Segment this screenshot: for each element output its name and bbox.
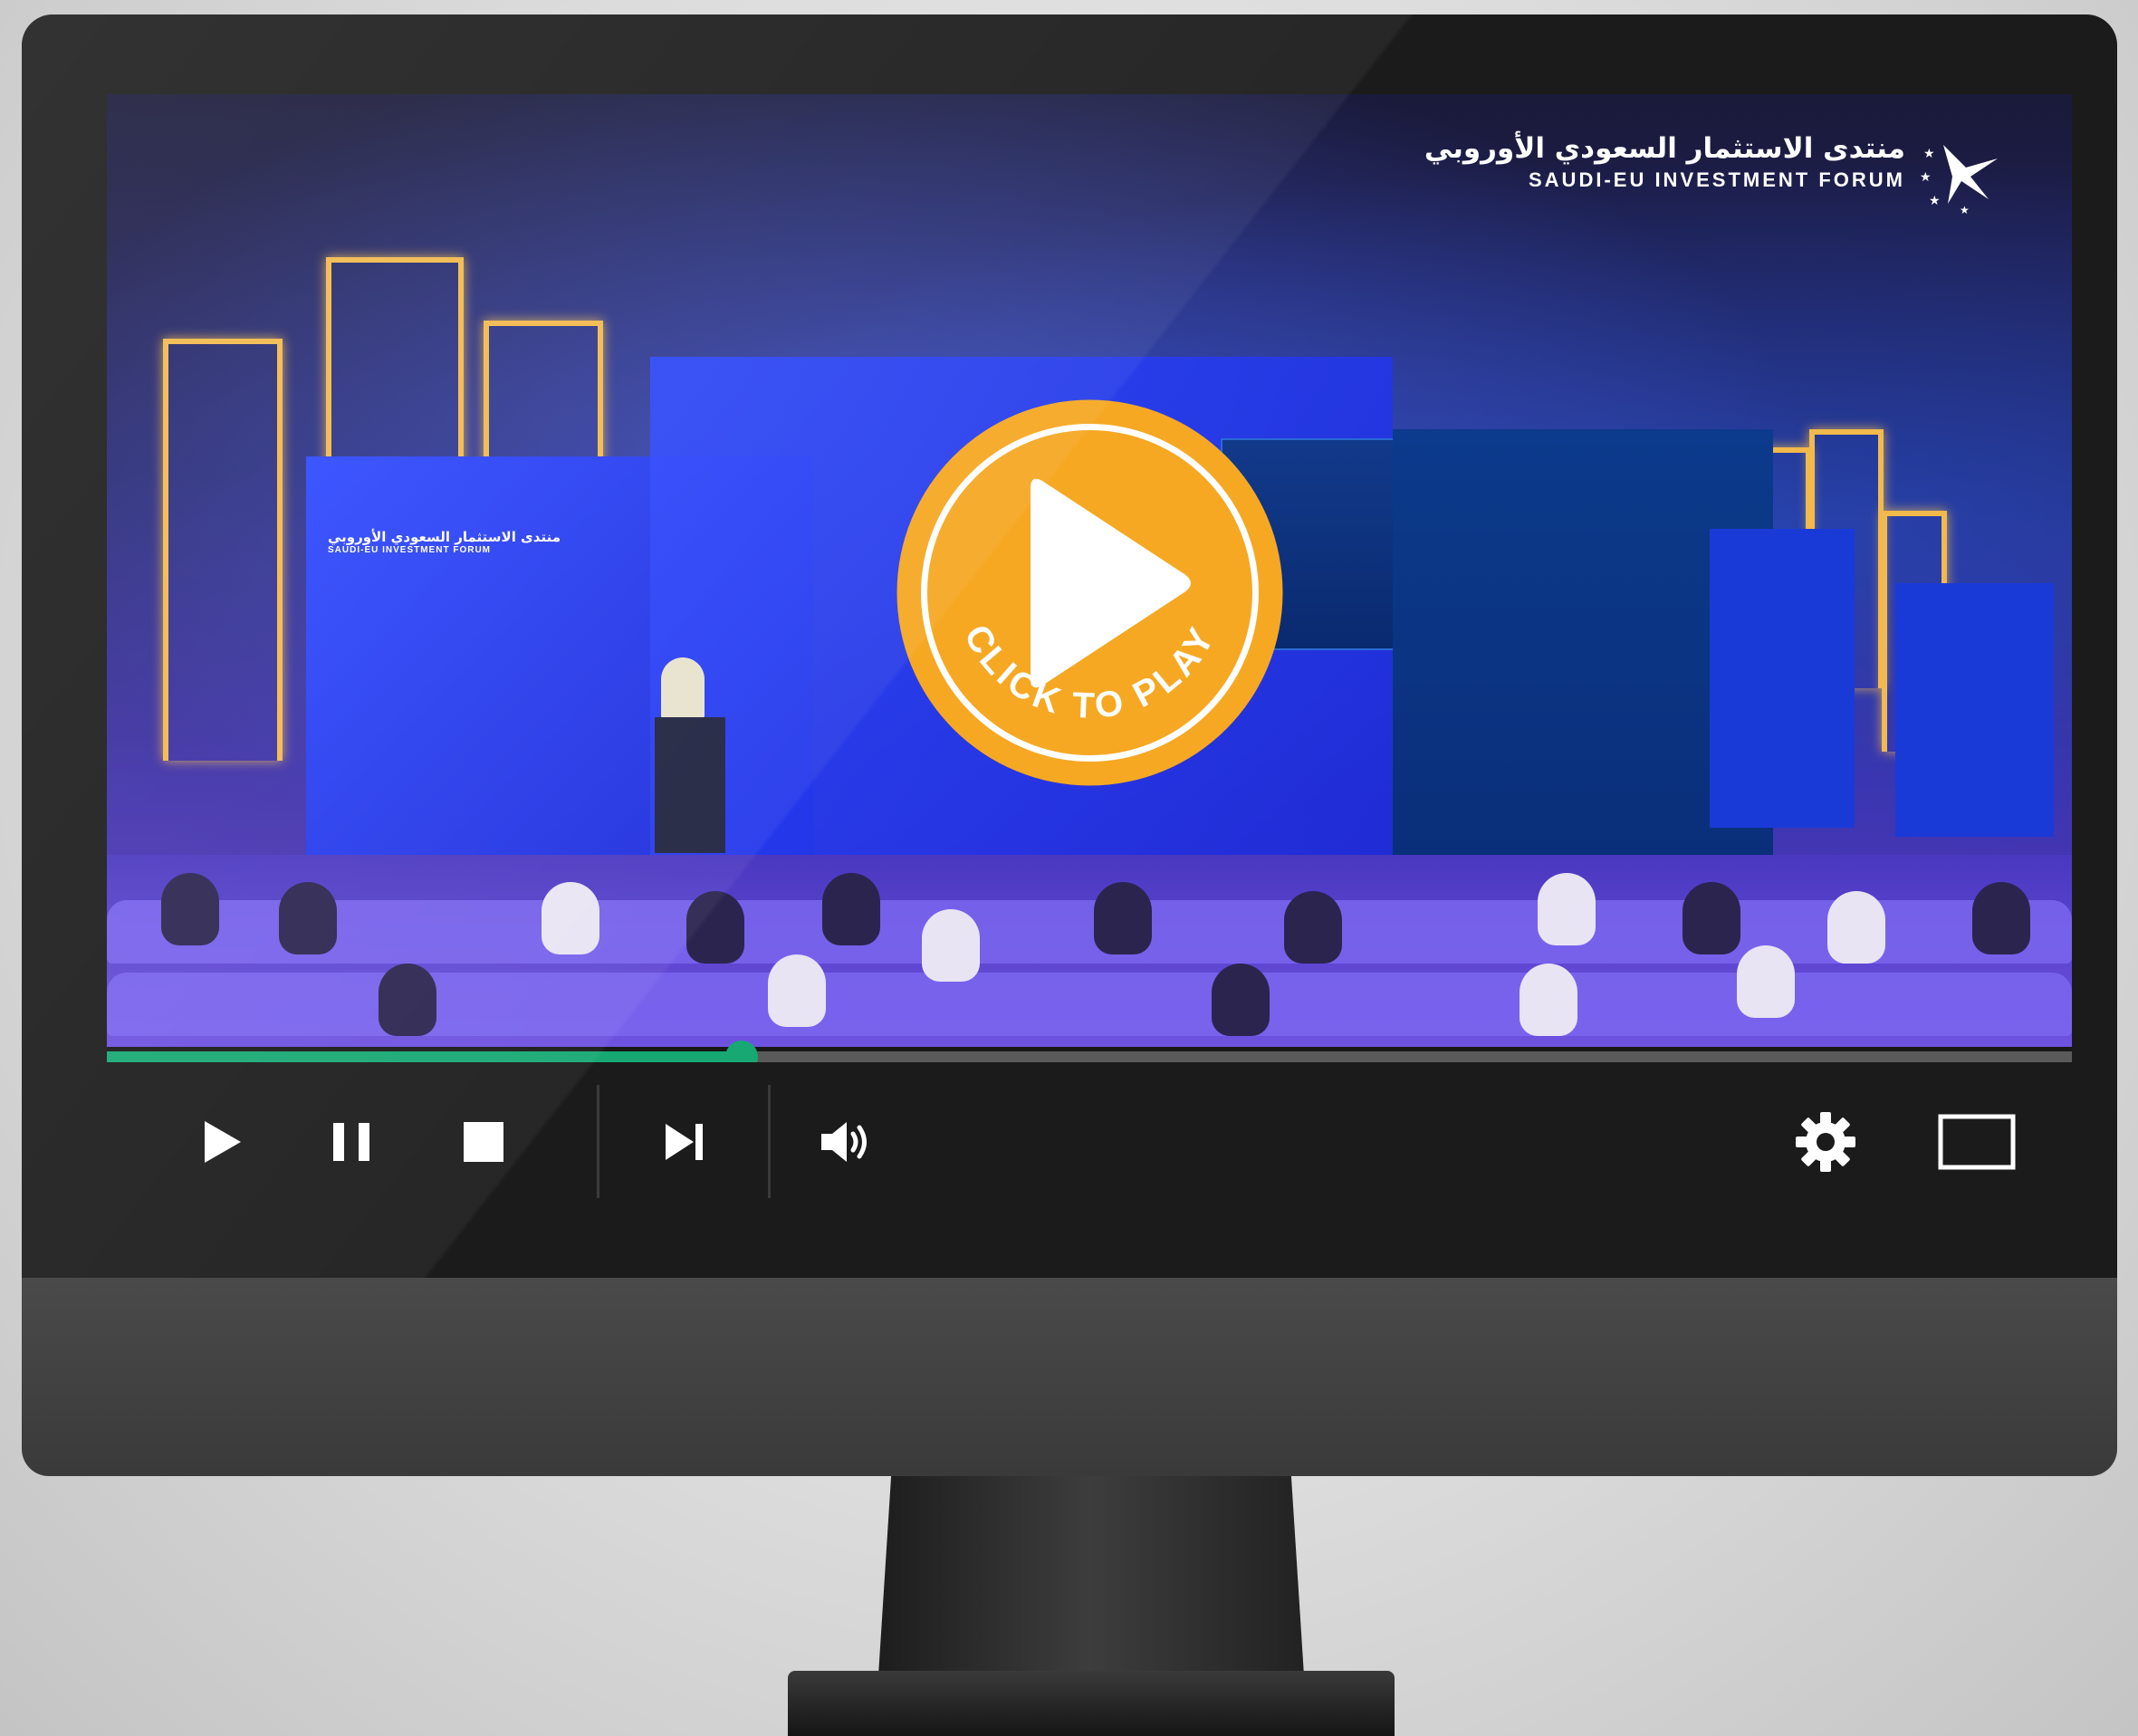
control-divider (768, 1085, 771, 1198)
side-banner-right (1895, 583, 2054, 837)
pause-icon (333, 1123, 369, 1161)
svg-text:★: ★ (1929, 193, 1941, 207)
volume-button[interactable] (810, 1106, 883, 1178)
monitor-stand-base (788, 1671, 1395, 1736)
backdrop-arabic-name: منتدى الاستثمار السعودي الأوروبي (328, 529, 561, 545)
control-bar (107, 1062, 2072, 1219)
audience-member (1284, 891, 1342, 964)
audience-member (1538, 873, 1596, 945)
audience-member (822, 873, 880, 945)
skip-next-button[interactable] (647, 1106, 720, 1178)
progress-bar[interactable] (107, 1041, 2072, 1073)
pause-button[interactable] (315, 1106, 388, 1178)
audience-member (1827, 891, 1885, 964)
audience-member (768, 954, 826, 1027)
progress-fill (107, 1051, 742, 1062)
play-circle-icon: CLICK TO PLAY (896, 399, 1283, 786)
control-divider (597, 1085, 599, 1198)
forum-brand: منتدى الاستثمار السعودي الأوروبي SAUDI-E… (1424, 130, 2005, 216)
audience-member (1212, 964, 1270, 1036)
stop-icon (464, 1122, 503, 1162)
click-to-play-button[interactable]: CLICK TO PLAY (895, 398, 1285, 788)
side-banner (1710, 529, 1855, 828)
audience-member (161, 873, 219, 945)
play-icon (205, 1121, 241, 1163)
speaker (661, 657, 705, 721)
audience-member (1737, 945, 1795, 1018)
stop-button[interactable] (447, 1106, 520, 1178)
audience-member (1972, 882, 2030, 954)
audience-member (379, 964, 436, 1036)
light-frame (163, 339, 283, 761)
settings-gear-icon (1796, 1112, 1855, 1172)
audience-member (1683, 882, 1740, 954)
fullscreen-icon (1938, 1114, 2016, 1170)
svg-text:★: ★ (1960, 204, 1970, 216)
fullscreen-button[interactable] (1932, 1106, 2022, 1178)
video-player: منتدى الاستثمار السعودي الأوروبي SAUDI-E… (107, 94, 2072, 1219)
monitor-chin (22, 1278, 2117, 1476)
podium (655, 717, 725, 853)
svg-text:★: ★ (1923, 146, 1935, 160)
svg-text:★: ★ (1920, 169, 1932, 184)
audience-member (279, 882, 337, 954)
audience-member (686, 891, 744, 964)
skip-next-icon (666, 1124, 703, 1160)
brand-english-name: SAUDI-EU INVESTMENT FORUM (1529, 168, 1905, 191)
brand-arabic-name: منتدى الاستثمار السعودي الأوروبي (1424, 132, 1905, 165)
settings-button[interactable] (1789, 1106, 1862, 1178)
play-button[interactable] (186, 1106, 258, 1178)
backdrop-logo: منتدى الاستثمار السعودي الأوروبي SAUDI-E… (328, 529, 561, 555)
audience-member (1520, 964, 1577, 1036)
monitor-stand (878, 1476, 1304, 1675)
volume-icon (821, 1122, 867, 1162)
audience-member (922, 909, 980, 982)
backdrop-english-name: SAUDI-EU INVESTMENT FORUM (328, 545, 491, 555)
audience-member (542, 882, 599, 954)
forum-logo-icon: ★ ★ ★ ★ (1920, 145, 1998, 216)
monitor-bezel: منتدى الاستثمار السعودي الأوروبي SAUDI-E… (22, 14, 2117, 1278)
audience-member (1094, 882, 1152, 954)
